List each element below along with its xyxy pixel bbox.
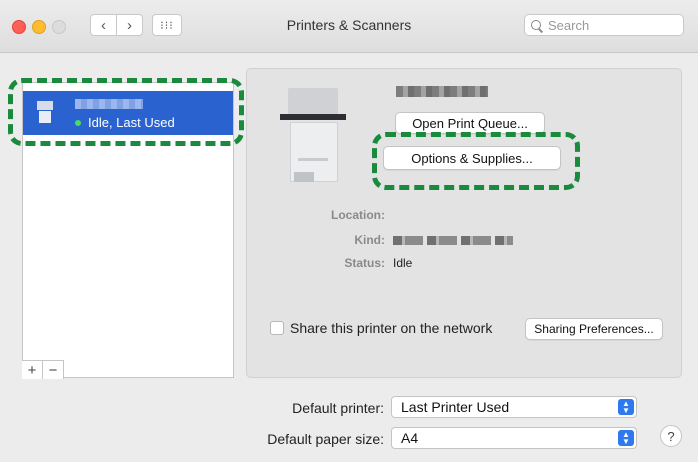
remove-printer-button[interactable]: − xyxy=(43,361,64,379)
search-field[interactable]: Search xyxy=(524,14,684,36)
status-value: Idle xyxy=(393,256,413,270)
help-button[interactable]: ? xyxy=(660,425,682,447)
share-printer-label: Share this printer on the network xyxy=(290,320,493,336)
status-label: Status: xyxy=(344,256,385,270)
paper-size-select[interactable]: A4 ▲ ▼ xyxy=(391,427,637,449)
chevron-updown-icon: ▲ ▼ xyxy=(618,399,634,415)
sharing-preferences-button[interactable]: Sharing Preferences... xyxy=(525,318,663,340)
default-printer-value: Last Printer Used xyxy=(401,399,510,415)
chevron-updown-icon: ▲ ▼ xyxy=(618,430,634,446)
add-remove-controls: + − xyxy=(22,360,64,379)
printer-icon xyxy=(280,88,346,184)
default-printer-select[interactable]: Last Printer Used ▲ ▼ xyxy=(391,396,637,418)
share-printer-row: Share this printer on the network xyxy=(270,320,492,336)
add-printer-button[interactable]: + xyxy=(22,361,43,379)
search-icon xyxy=(531,19,542,31)
kind-value-redacted xyxy=(393,236,513,245)
printer-item-highlight xyxy=(8,78,244,146)
title-bar: ‹ › ⁝⁝⁝ Printers & Scanners Search xyxy=(0,0,698,53)
share-printer-checkbox[interactable] xyxy=(270,321,284,335)
printer-name-redacted xyxy=(396,86,488,97)
default-printer-label: Default printer: xyxy=(292,400,384,416)
options-supplies-highlight xyxy=(372,132,580,190)
open-print-queue-button[interactable]: Open Print Queue... xyxy=(395,112,545,134)
paper-size-label: Default paper size: xyxy=(267,431,384,447)
location-label: Location: xyxy=(331,208,385,222)
kind-label: Kind: xyxy=(354,233,385,247)
search-placeholder: Search xyxy=(548,17,590,33)
paper-size-value: A4 xyxy=(401,430,419,446)
